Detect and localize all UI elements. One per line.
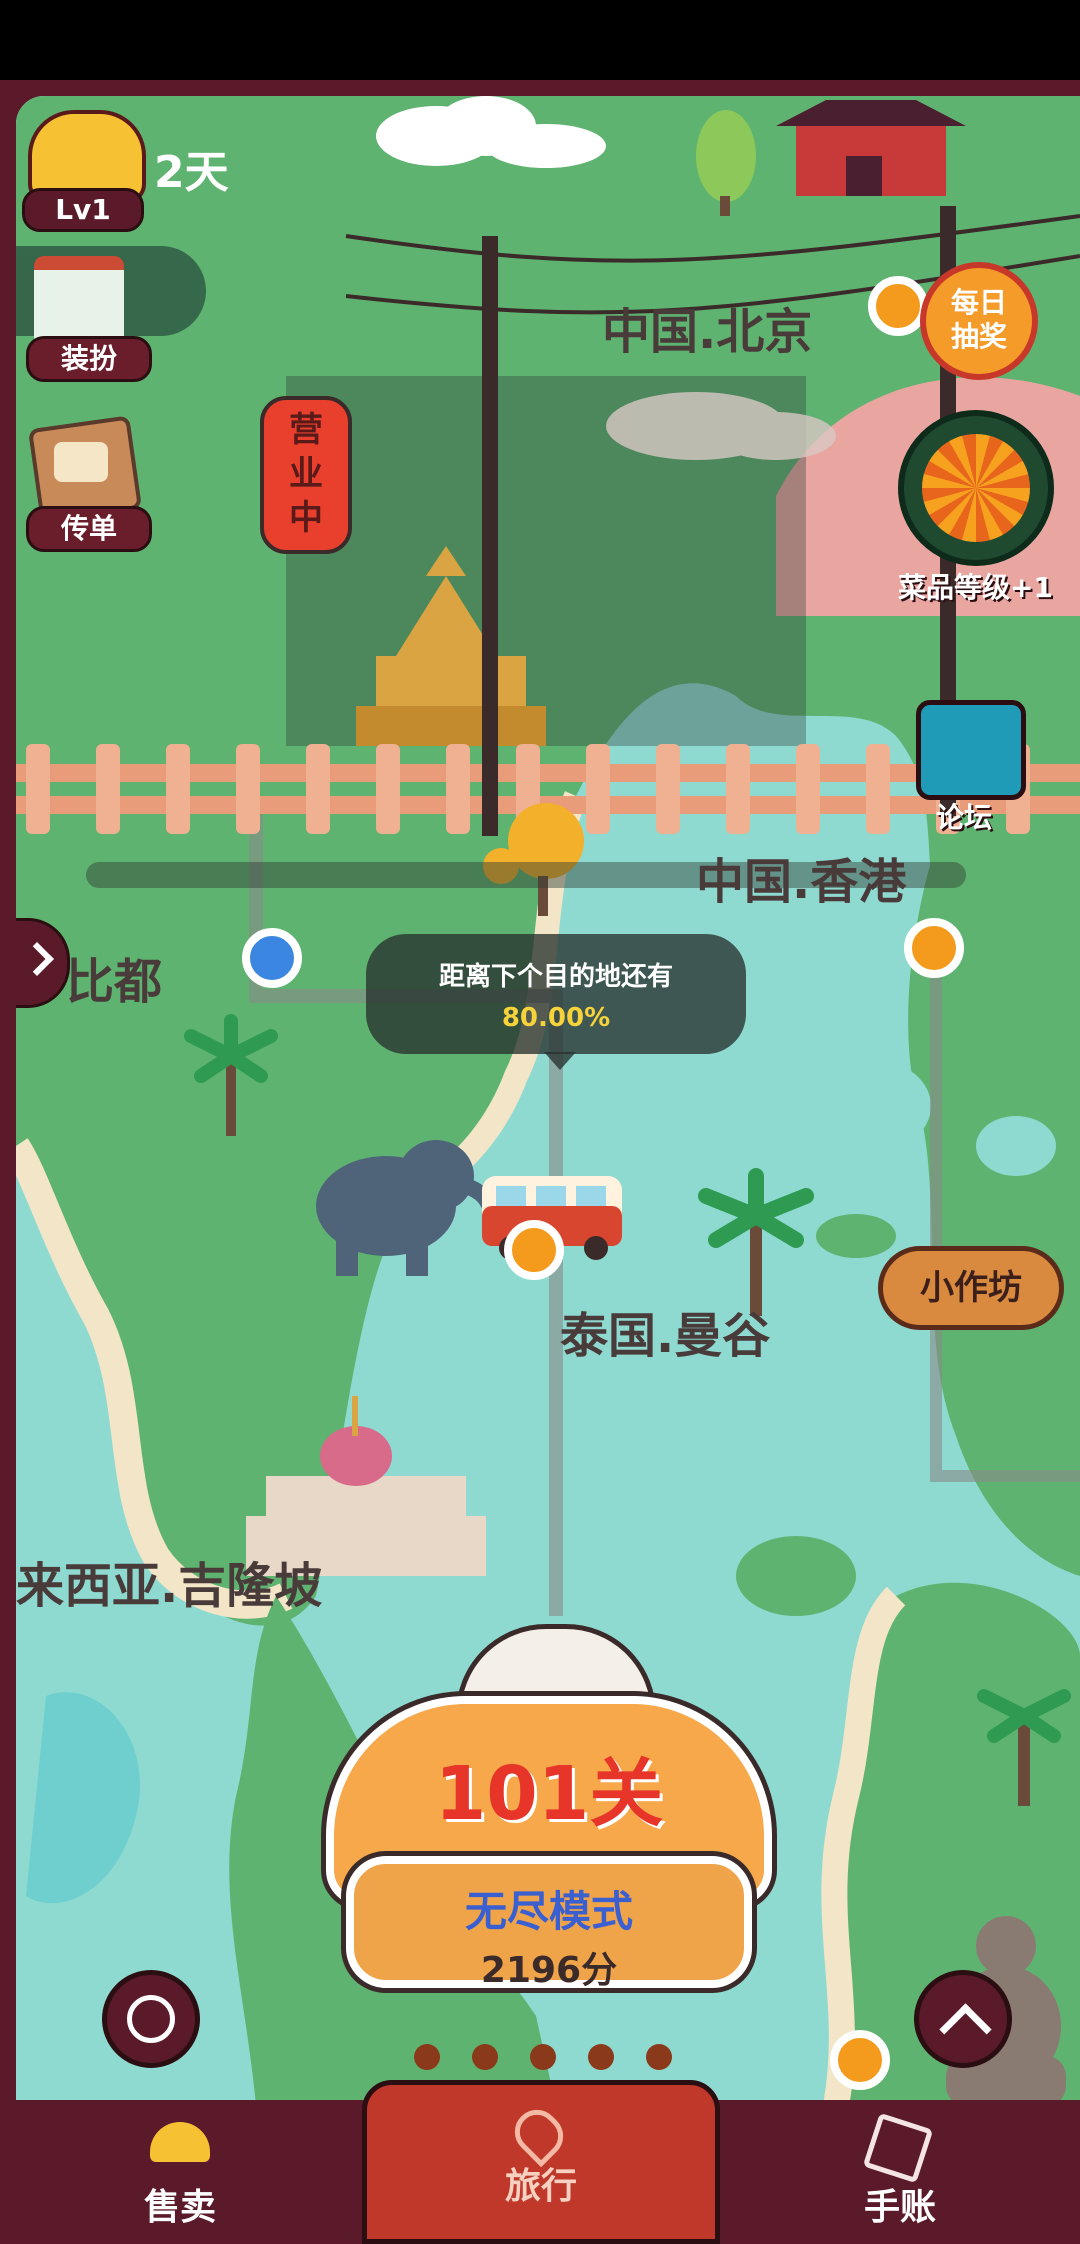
player-days: 2天 <box>154 147 229 198</box>
workshop-button[interactable]: 小作坊 <box>878 1246 1064 1330</box>
wheel-icon <box>922 434 1030 542</box>
world-map[interactable]: 中国.北京 中国.香港 泰国.曼谷 来西亚.吉隆坡 比都 距离下个目的地还有 8… <box>16 96 1080 2106</box>
stop-current[interactable] <box>242 928 302 988</box>
place-label-kualalumpur: 来西亚.吉隆坡 <box>16 1558 323 1614</box>
page-dot <box>472 2044 498 2070</box>
chevron-up-icon <box>939 2003 992 2056</box>
tab-sell[interactable]: 售卖 <box>0 2100 360 2244</box>
page-dot <box>414 2044 440 2070</box>
notebook-icon <box>862 2112 934 2184</box>
target-icon <box>127 1995 175 2043</box>
page-dot <box>646 2044 672 2070</box>
daily-draw-label: 每日 抽奖 <box>950 286 1007 353</box>
stop-bangkok[interactable] <box>504 1220 564 1280</box>
tab-travel[interactable]: 旅行 <box>362 2080 720 2244</box>
bell-icon <box>150 2122 210 2162</box>
workshop-label: 小作坊 <box>920 1268 1022 1308</box>
progress-label: 距离下个目的地还有 <box>438 962 673 992</box>
forum-button[interactable] <box>916 700 1026 800</box>
progress-bubble: 距离下个目的地还有 80.00% <box>366 934 746 1054</box>
endless-mode-label: 无尽模式 <box>464 1887 633 1936</box>
scroll-up-button[interactable] <box>914 1970 1012 2068</box>
flyer-icon <box>54 442 108 482</box>
lantern-sign: 营业中 <box>260 396 352 554</box>
chevron-right-icon <box>20 942 54 976</box>
stop-south[interactable] <box>830 2030 890 2090</box>
stop-hongkong[interactable] <box>904 918 964 978</box>
forum-label: 论坛 <box>936 801 993 834</box>
flyer-label: 传单 <box>26 506 152 552</box>
tab-travel-label: 旅行 <box>504 2166 577 2207</box>
page-dot <box>588 2044 614 2070</box>
stop-beijing[interactable] <box>868 276 928 336</box>
bottom-nav: 售卖 旅行 手账 <box>0 2080 1080 2244</box>
page-indicator <box>414 2044 694 2074</box>
progress-bubble-tail <box>544 1052 576 1070</box>
endless-mode-score: 2196分 <box>480 1950 618 1991</box>
place-label-beijing: 中国.北京 <box>602 304 813 360</box>
outfit-button[interactable] <box>16 246 206 346</box>
level-badge: Lv1 <box>22 188 144 232</box>
endless-mode-button[interactable]: 无尽模式 2196分 <box>346 1856 752 1991</box>
game-screen: 中国.北京 中国.香港 泰国.曼谷 来西亚.吉隆坡 比都 距离下个目的地还有 8… <box>0 0 1080 2244</box>
dish-level-label: 菜品等级+1 <box>898 571 1053 604</box>
place-label-west: 比都 <box>66 954 163 1010</box>
page-dot <box>530 2044 556 2070</box>
shirt-icon <box>34 256 124 346</box>
status-bar <box>0 0 1080 80</box>
tab-sell-label: 售卖 <box>143 2187 216 2228</box>
tab-journal-label: 手账 <box>863 2187 936 2228</box>
place-label-bangkok: 泰国.曼谷 <box>560 1308 771 1364</box>
outfit-label: 装扮 <box>26 336 152 382</box>
lantern-text: 营业中 <box>289 410 323 538</box>
locate-button[interactable] <box>102 1970 200 2068</box>
dish-level-wheel-button[interactable] <box>898 410 1054 566</box>
daily-draw-button[interactable]: 每日 抽奖 <box>920 262 1038 380</box>
tab-journal[interactable]: 手账 <box>720 2100 1080 2244</box>
progress-value: 80.00% <box>501 1003 611 1033</box>
place-label-hongkong: 中国.香港 <box>696 854 907 910</box>
